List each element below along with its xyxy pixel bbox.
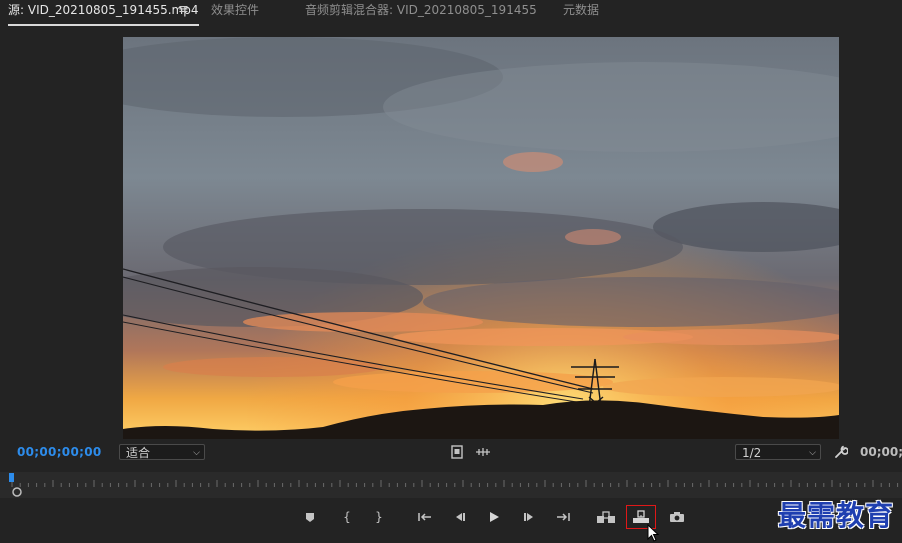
hamburger-icon[interactable]: ≡: [178, 2, 189, 17]
go-to-out-icon[interactable]: [552, 508, 574, 526]
step-back-icon[interactable]: [448, 508, 470, 526]
mark-out-icon[interactable]: }: [368, 508, 390, 526]
step-forward-icon[interactable]: [519, 508, 541, 526]
safe-margins-icon[interactable]: [449, 444, 465, 460]
chevron-down-icon: ⌵: [193, 448, 200, 458]
sunset-frame-image: [123, 37, 839, 439]
go-to-in-icon[interactable]: [414, 508, 436, 526]
playback-resolution-value: 1/2: [742, 446, 762, 460]
time-ruler[interactable]: [0, 472, 902, 498]
wrench-icon[interactable]: [832, 444, 850, 460]
play-icon[interactable]: [483, 508, 505, 526]
drag-audio-only-icon[interactable]: [474, 444, 492, 460]
tab-audio-clip-mixer[interactable]: 音频剪辑混合器: VID_20210805_191455: [305, 0, 537, 24]
mark-in-icon[interactable]: {: [336, 508, 358, 526]
chevron-down-icon: ⌵: [809, 448, 816, 458]
current-timecode[interactable]: 00;00;00;00: [17, 445, 102, 459]
export-frame-icon[interactable]: [666, 508, 688, 526]
tab-source[interactable]: 源: VID_20210805_191455.mp4: [8, 0, 199, 26]
watermark-logo: 最需教育: [778, 499, 895, 532]
playback-resolution-select[interactable]: 1/2 ⌵: [735, 444, 821, 460]
zoom-level-select[interactable]: 适合 ⌵: [119, 444, 205, 460]
add-marker-icon[interactable]: [299, 508, 321, 526]
duration-timecode: 00;00;0: [860, 445, 902, 459]
zoom-level-value: 适合: [126, 446, 151, 460]
mouse-cursor-icon: [647, 524, 659, 542]
insert-icon[interactable]: [595, 508, 617, 526]
source-video-frame[interactable]: [123, 37, 839, 439]
tab-effect-controls[interactable]: 效果控件: [211, 0, 259, 24]
panel-tab-bar: 源: VID_20210805_191455.mp4 ≡ 效果控件 音频剪辑混合…: [0, 0, 902, 26]
tab-metadata[interactable]: 元数据: [563, 0, 599, 24]
